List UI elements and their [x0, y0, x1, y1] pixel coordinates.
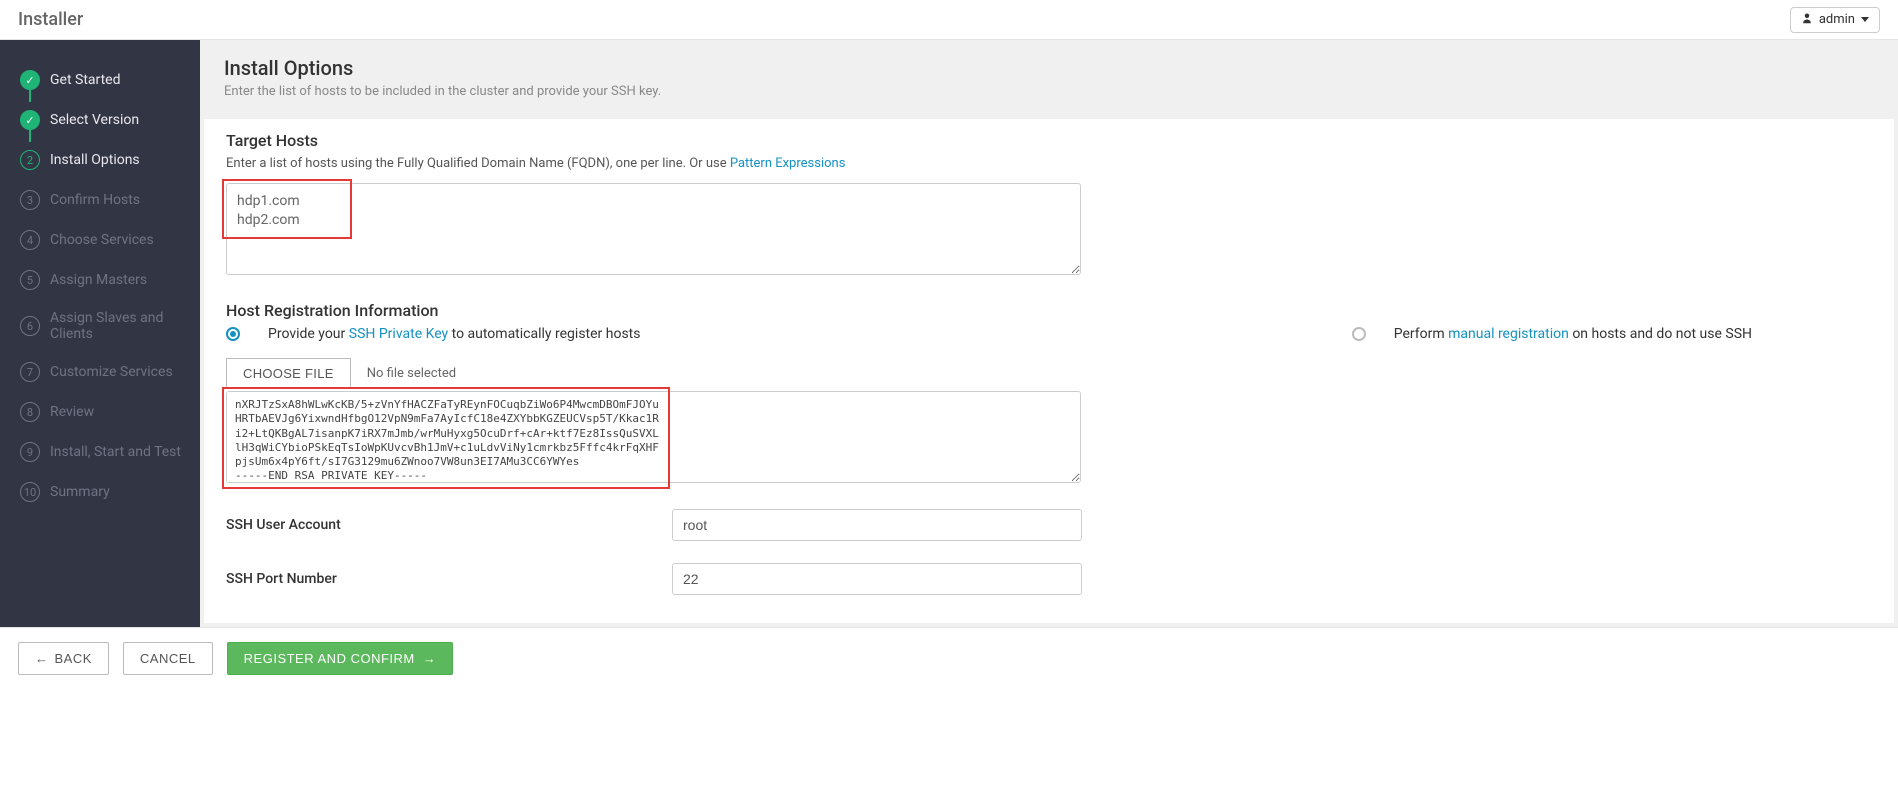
- arrow-left-icon: ←: [35, 651, 49, 666]
- user-label: admin: [1819, 12, 1855, 27]
- chevron-down-icon: [1861, 17, 1869, 22]
- manual-registration-option-label: Perform manual registration on hosts and…: [1394, 326, 1752, 342]
- ssh-user-input[interactable]: [672, 509, 1082, 541]
- host-reg-title: Host Registration Information: [226, 301, 1872, 320]
- step-choose-services[interactable]: 4 Choose Services: [14, 220, 200, 260]
- ssh-port-label: SSH Port Number: [226, 571, 672, 587]
- page-title: Install Options: [224, 56, 1874, 80]
- check-icon: ✓: [20, 70, 40, 90]
- check-icon: ✓: [20, 110, 40, 130]
- step-number: 4: [20, 230, 40, 250]
- step-label: Install Options: [50, 152, 140, 168]
- step-number: 9: [20, 442, 40, 462]
- register-confirm-button[interactable]: REGISTER AND CONFIRM→: [227, 642, 454, 675]
- step-number: 2: [20, 150, 40, 170]
- step-assign-slaves[interactable]: 6 Assign Slaves and Clients: [14, 300, 200, 352]
- radio-checked-icon: [226, 327, 240, 341]
- step-label: Customize Services: [50, 364, 173, 380]
- step-number: 6: [20, 316, 40, 336]
- step-number: 8: [20, 402, 40, 422]
- arrow-right-icon: →: [423, 651, 437, 666]
- manual-registration-option[interactable]: Perform manual registration on hosts and…: [1352, 326, 1872, 342]
- step-summary[interactable]: 10 Summary: [14, 472, 200, 512]
- pattern-expressions-link[interactable]: Pattern Expressions: [730, 156, 846, 171]
- step-confirm-hosts[interactable]: 3 Confirm Hosts: [14, 180, 200, 220]
- ssh-key-option-label: Provide your SSH Private Key to automati…: [268, 326, 641, 342]
- radio-unchecked-icon: [1352, 327, 1366, 341]
- file-status: No file selected: [367, 366, 456, 381]
- page-header: Install Options Enter the list of hosts …: [200, 40, 1898, 119]
- page-subtitle: Enter the list of hosts to be included i…: [224, 84, 1874, 99]
- target-hosts-title: Target Hosts: [226, 131, 1872, 150]
- step-number: 5: [20, 270, 40, 290]
- step-label: Select Version: [50, 112, 139, 128]
- step-select-version[interactable]: ✓ Select Version: [14, 100, 200, 140]
- ssh-key-input[interactable]: [226, 391, 1081, 483]
- back-button[interactable]: ←BACK: [18, 642, 109, 675]
- ssh-key-option[interactable]: Provide your SSH Private Key to automati…: [226, 326, 641, 342]
- step-label: Confirm Hosts: [50, 192, 140, 208]
- manual-registration-link[interactable]: manual registration: [1448, 326, 1569, 342]
- footer: ←BACK CANCEL REGISTER AND CONFIRM→: [0, 627, 1898, 689]
- step-number: 7: [20, 362, 40, 382]
- sidebar: ✓ Get Started ✓ Select Version 2 Install…: [0, 40, 200, 627]
- topbar: Installer admin: [0, 0, 1898, 40]
- step-number: 3: [20, 190, 40, 210]
- step-review[interactable]: 8 Review: [14, 392, 200, 432]
- ssh-private-key-link[interactable]: SSH Private Key: [349, 326, 448, 342]
- step-install-options[interactable]: 2 Install Options: [14, 140, 200, 180]
- target-hosts-desc: Enter a list of hosts using the Fully Qu…: [226, 156, 1872, 171]
- choose-file-button[interactable]: CHOOSE FILE: [226, 358, 351, 389]
- target-hosts-input[interactable]: [226, 183, 1081, 275]
- step-assign-masters[interactable]: 5 Assign Masters: [14, 260, 200, 300]
- main-content: Install Options Enter the list of hosts …: [200, 40, 1898, 627]
- ssh-port-input[interactable]: [672, 563, 1082, 595]
- step-label: Review: [50, 404, 94, 420]
- step-label: Assign Slaves and Clients: [50, 310, 194, 342]
- step-label: Assign Masters: [50, 272, 147, 288]
- user-icon: [1801, 12, 1813, 28]
- step-label: Summary: [50, 484, 110, 500]
- step-label: Choose Services: [50, 232, 154, 248]
- cancel-button[interactable]: CANCEL: [123, 642, 213, 675]
- step-label: Install, Start and Test: [50, 444, 181, 460]
- step-number: 10: [20, 482, 40, 502]
- ssh-user-label: SSH User Account: [226, 517, 672, 533]
- user-menu-button[interactable]: admin: [1790, 7, 1880, 33]
- step-get-started[interactable]: ✓ Get Started: [14, 60, 200, 100]
- app-title: Installer: [18, 9, 83, 30]
- step-label: Get Started: [50, 72, 121, 88]
- step-install-start-test[interactable]: 9 Install, Start and Test: [14, 432, 200, 472]
- step-customize-services[interactable]: 7 Customize Services: [14, 352, 200, 392]
